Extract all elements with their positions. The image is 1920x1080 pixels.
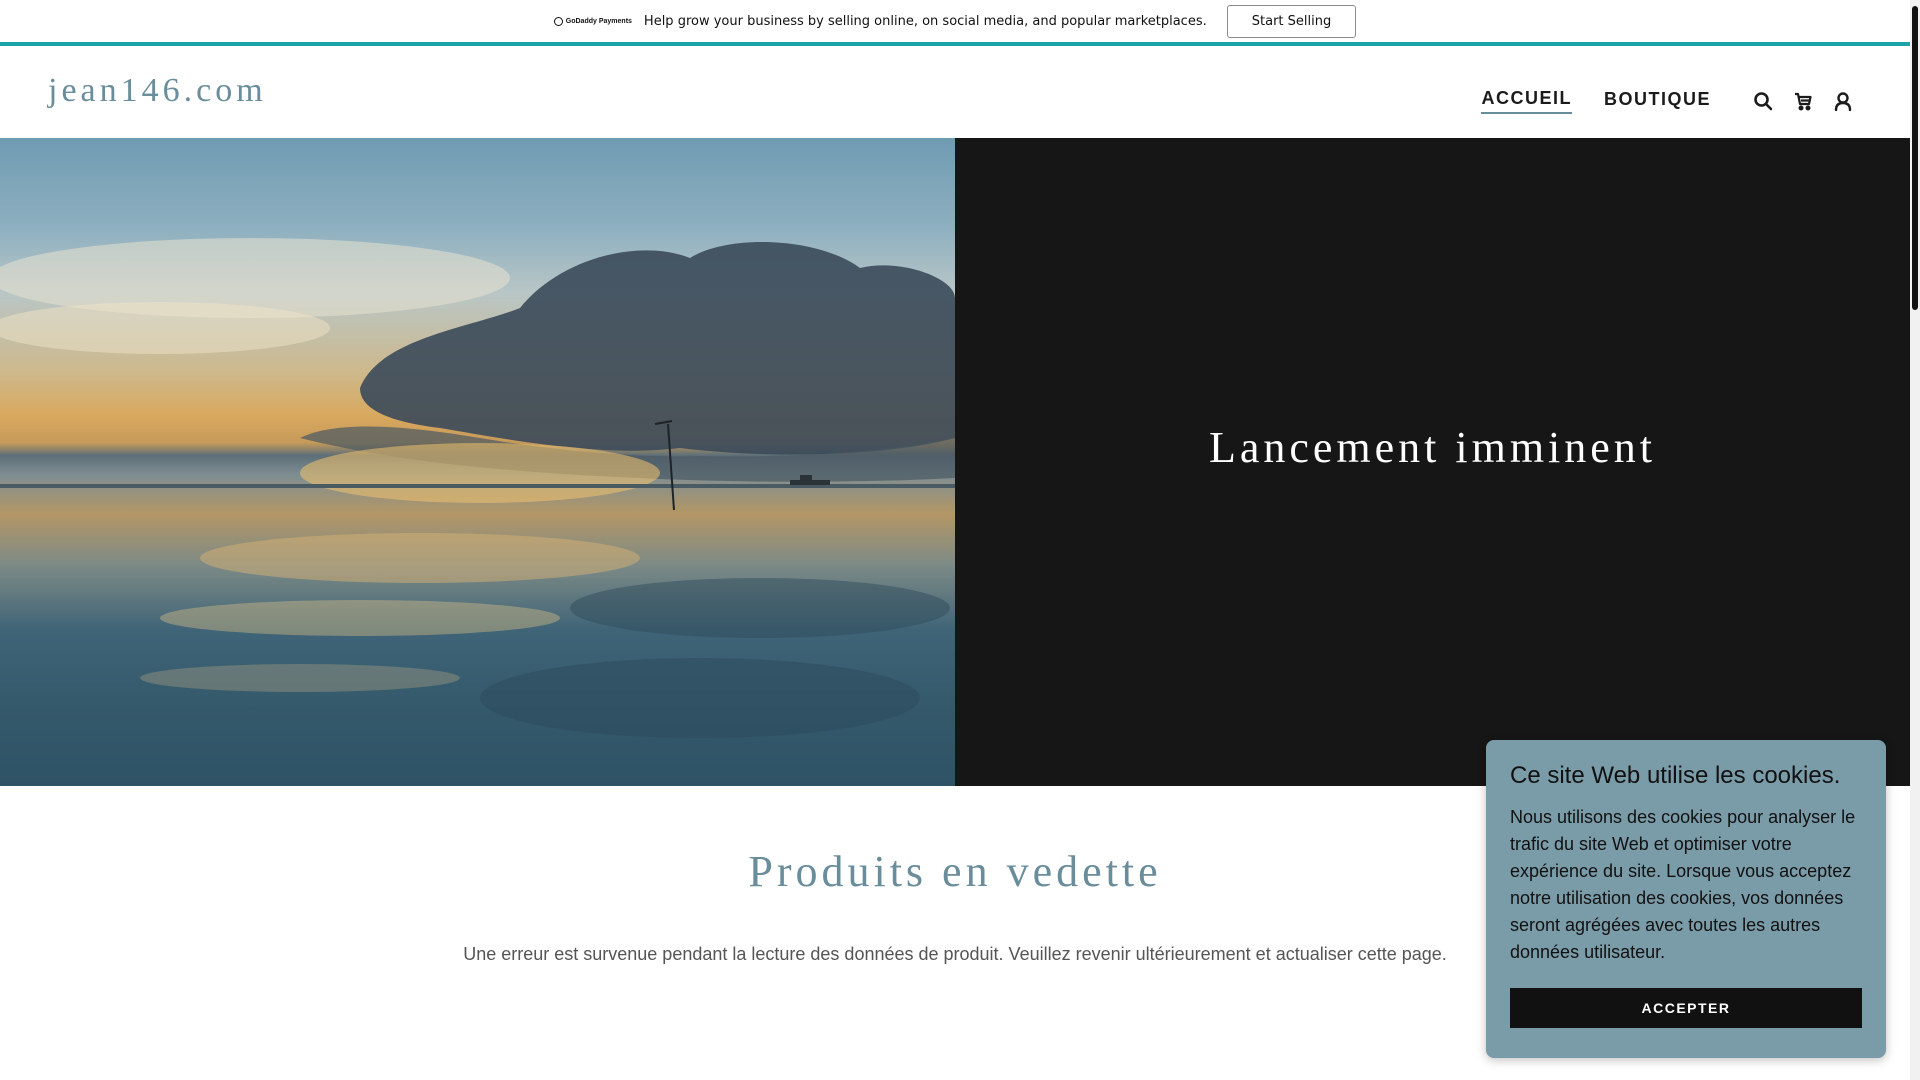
accept-cookies-button[interactable]: ACCEPTER xyxy=(1510,988,1862,1028)
account-icon[interactable] xyxy=(1833,91,1853,111)
hero-image xyxy=(0,138,955,786)
nav-link-accueil[interactable]: ACCUEIL xyxy=(1481,88,1572,114)
site-header: jean146.com ACCUEIL BOUTIQUE xyxy=(0,50,1910,138)
sunset-beach-illustration xyxy=(0,238,955,738)
start-selling-button[interactable]: Start Selling xyxy=(1226,4,1357,38)
godaddy-logo-icon xyxy=(553,16,563,26)
header-icons xyxy=(1753,91,1853,111)
cart-icon[interactable] xyxy=(1793,91,1813,111)
godaddy-payments-logo: GoDaddy Payments xyxy=(553,16,632,26)
cookie-body: Nous utilisons des cookies pour analyser… xyxy=(1510,807,1856,962)
promo-logo-text: GoDaddy Payments xyxy=(565,17,632,25)
scrollbar[interactable] xyxy=(1910,0,1920,1080)
cookie-title: Ce site Web utilise les cookies. xyxy=(1510,762,1841,789)
promo-text: Help grow your business by selling onlin… xyxy=(643,13,1207,29)
site-title[interactable]: jean146.com xyxy=(48,72,267,110)
promo-banner: GoDaddy Payments Help grow your business… xyxy=(0,0,1910,46)
cookie-consent-dialog: Ce site Web utilise les cookies. Nous ut… xyxy=(1486,740,1886,1058)
search-icon[interactable] xyxy=(1753,91,1773,111)
hero-panel: Lancement imminent xyxy=(955,138,1910,786)
hero-section: Lancement imminent xyxy=(0,138,1910,786)
page: GoDaddy Payments Help grow your business… xyxy=(0,0,1920,1080)
promo-content: GoDaddy Payments Help grow your business… xyxy=(553,4,1357,38)
scrollbar-thumb[interactable] xyxy=(1912,6,1918,310)
main-nav: ACCUEIL BOUTIQUE xyxy=(1481,86,1910,116)
nav-link-boutique[interactable]: BOUTIQUE xyxy=(1604,89,1711,113)
hero-heading: Lancement imminent xyxy=(1208,422,1657,472)
